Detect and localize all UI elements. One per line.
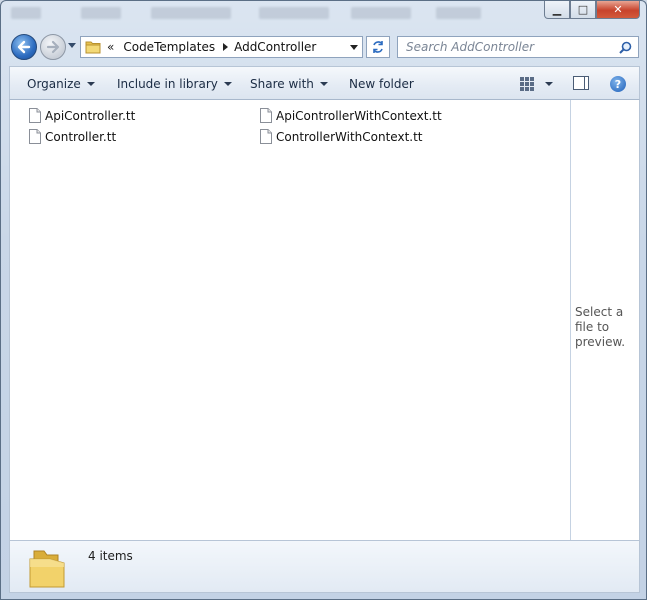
details-pane: 4 items (9, 540, 640, 593)
folder-icon (29, 550, 65, 588)
back-button[interactable] (11, 34, 37, 60)
preview-message: Select a file to preview. (575, 305, 626, 349)
file-icon (260, 129, 272, 144)
include-in-library-label: Include in library (117, 77, 218, 91)
file-icon (29, 129, 41, 144)
chevron-down-icon (319, 82, 328, 86)
item-count: 4 items (88, 549, 133, 563)
search-box[interactable] (397, 36, 639, 58)
preview-pane: Select a file to preview. (570, 100, 640, 540)
breadcrumb-addcontroller[interactable]: AddController (234, 40, 316, 54)
list-item[interactable]: ApiControllerWithContext.tt (260, 108, 442, 123)
file-name: ControllerWithContext.tt (276, 129, 423, 144)
view-options-dropdown[interactable] (545, 82, 553, 86)
maximize-icon: □ (577, 3, 589, 16)
recent-pages-dropdown[interactable] (68, 43, 76, 48)
preview-pane-toggle-icon[interactable] (573, 76, 589, 90)
help-icon: ? (614, 77, 622, 91)
command-bar: Organize Include in library Share with N… (9, 66, 640, 100)
caption-buttons: ▁ □ ✕ (544, 1, 640, 19)
list-item[interactable]: Controller.tt (29, 129, 116, 144)
change-view-icon[interactable] (519, 76, 535, 92)
organize-menu[interactable]: Organize (27, 77, 95, 91)
close-icon: ✕ (613, 3, 623, 16)
window-frame: ▁ □ ✕ « CodeTemplates AddController Sear… (0, 0, 647, 600)
file-name: Controller.tt (45, 129, 117, 144)
help-button[interactable]: ? (610, 76, 626, 92)
file-icon (29, 108, 41, 123)
search-input[interactable] (404, 39, 613, 55)
chevron-down-icon (86, 82, 95, 86)
overflow-chevron[interactable]: « (107, 40, 114, 54)
file-name: ApiController.tt (45, 108, 136, 123)
breadcrumb-separator-arrow[interactable] (223, 43, 229, 51)
new-folder-button[interactable]: New folder (349, 77, 414, 91)
include-in-library-menu[interactable]: Include in library (117, 77, 232, 91)
minimize-button[interactable]: ▁ (544, 1, 570, 19)
forward-button[interactable] (40, 34, 66, 60)
close-button[interactable]: ✕ (596, 1, 640, 19)
file-icon (260, 108, 272, 123)
chevron-down-icon (223, 82, 232, 86)
organize-label: Organize (27, 77, 81, 91)
folder-icon (85, 41, 101, 54)
breadcrumb-codetemplates[interactable]: CodeTemplates (123, 40, 215, 54)
new-folder-label: New folder (349, 77, 414, 91)
refresh-icon (373, 41, 383, 53)
maximize-button[interactable]: □ (570, 1, 596, 19)
list-item[interactable]: ControllerWithContext.tt (260, 129, 423, 144)
back-arrow-icon (17, 40, 31, 54)
file-list[interactable]: ApiController.tt Controller.tt ApiContro… (9, 100, 571, 540)
file-name: ApiControllerWithContext.tt (276, 108, 442, 123)
list-item[interactable]: ApiController.tt (29, 108, 135, 123)
forward-arrow-icon (46, 40, 60, 54)
refresh-button[interactable] (366, 36, 390, 58)
search-icon[interactable] (619, 41, 632, 54)
share-with-label: Share with (250, 77, 314, 91)
address-bar[interactable]: « CodeTemplates AddController (80, 36, 363, 58)
share-with-menu[interactable]: Share with (250, 77, 328, 91)
minimize-icon: ▁ (552, 3, 562, 16)
address-dropdown-arrow[interactable] (350, 45, 358, 50)
